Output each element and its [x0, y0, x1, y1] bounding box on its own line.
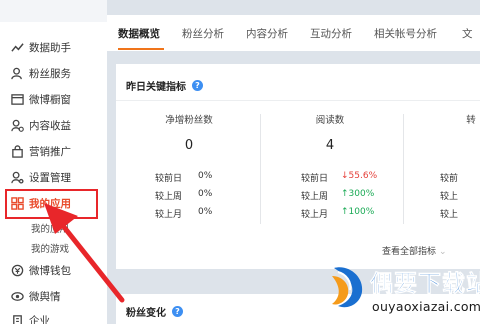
view-all-metrics-link[interactable]: 查看全部指标 ⌄	[382, 244, 447, 257]
metric-value: 0	[184, 138, 194, 153]
sidebar-item-opinion[interactable]: 微舆情	[10, 286, 61, 306]
metric-compare-row: 较上	[440, 189, 480, 202]
compare-label: 较前日	[301, 174, 329, 184]
eye-icon	[10, 289, 24, 303]
compare-value: 0%	[198, 171, 213, 181]
user-icon	[10, 66, 24, 80]
compare-label: 较上	[440, 192, 459, 202]
metric-value: 4	[325, 138, 335, 153]
tab-fan-analysis[interactable]: 粉丝分析	[182, 26, 224, 41]
metric-reads: 阅读数 4 较前日 ↓55.6% 较上周 ↑300% 较上月 ↑100%	[260, 108, 400, 226]
compare-label: 较前	[440, 174, 459, 184]
sidebar-item-marketing[interactable]: 营销推广	[10, 141, 71, 161]
user-gear-icon	[10, 170, 24, 184]
metric-title: 阅读数	[315, 115, 345, 126]
compare-label: 较上	[440, 210, 459, 220]
card-title: 粉丝变化 ?	[126, 304, 183, 319]
compare-label: 较上月	[155, 210, 183, 220]
metric-net-fans: 净增粉丝数 0 较前日 0% 较上周 0% 较上月 0%	[119, 108, 259, 226]
help-icon[interactable]: ?	[172, 306, 183, 317]
tab-related-accounts[interactable]: 相关帐号分析	[374, 26, 437, 41]
compare-label: 较前日	[155, 174, 183, 184]
tab-more[interactable]: 文	[462, 26, 473, 41]
card-title-text: 昨日关键指标	[126, 82, 186, 93]
sidebar-item-content-revenue[interactable]: 内容收益	[10, 115, 71, 135]
metric-shares: 转 较前 较上 较上	[403, 108, 480, 226]
yesterday-metrics-card: 昨日关键指标 ? 净增粉丝数 0 较前日 0% 较上周 0% 较上月 0% 阅读…	[116, 64, 480, 269]
wallet-icon	[10, 263, 24, 277]
window-icon	[10, 92, 24, 106]
card-divider	[116, 100, 480, 101]
sidebar-item-label: 微博橱窗	[29, 93, 71, 106]
sidebar-item-settings[interactable]: 设置管理	[10, 167, 71, 187]
chart-line-icon	[10, 40, 24, 54]
metric-compare-row: 较前	[440, 171, 480, 184]
view-all-label: 查看全部指标	[382, 247, 437, 257]
compare-value-up: ↑100%	[341, 207, 375, 217]
sidebar-item-label: 内容收益	[29, 119, 71, 132]
metric-title: 净增粉丝数	[165, 115, 213, 126]
sidebar-item-fan-service[interactable]: 粉丝服务	[10, 63, 71, 83]
chevron-down-icon: ⌄	[439, 247, 447, 257]
sidebar-subitem-my-apps[interactable]: 我的应用	[31, 221, 69, 235]
compare-value: 0%	[198, 189, 213, 199]
compare-value-down: ↓55.6%	[341, 171, 378, 181]
bag-icon	[10, 144, 24, 158]
sidebar-subitem-my-games[interactable]: 我的游戏	[31, 241, 69, 255]
help-icon[interactable]: ?	[192, 80, 203, 91]
tab-interaction-analysis[interactable]: 互动分析	[310, 26, 352, 41]
sidebar-item-enterprise[interactable]: 企业	[10, 310, 50, 324]
sidebar-item-label: 企业	[29, 314, 50, 324]
sidebar-item-label: 营销推广	[29, 145, 71, 158]
watermark-title: 偶要下载站	[370, 271, 480, 298]
tab-content-analysis[interactable]: 内容分析	[246, 26, 288, 41]
sidebar-item-label: 粉丝服务	[29, 67, 71, 80]
card-title-text: 粉丝变化	[126, 308, 166, 319]
compare-label: 较上月	[301, 210, 329, 220]
tab-bar: 数据概览 粉丝分析 内容分析 互动分析 相关帐号分析 文	[107, 15, 480, 51]
sidebar-item-showcase[interactable]: 微博橱窗	[10, 89, 71, 109]
compare-value-up: ↑300%	[341, 189, 375, 199]
sidebar-item-label: 设置管理	[29, 171, 71, 184]
compare-label: 较上周	[155, 192, 183, 202]
sidebar-item-label: 微博钱包	[29, 264, 71, 277]
user-money-icon	[10, 118, 24, 132]
watermark-url: ouyaoxiazai.com	[372, 299, 480, 314]
sidebar-item-label: 数据助手	[29, 41, 71, 54]
sidebar-item-label: 微舆情	[29, 290, 61, 303]
tab-data-overview[interactable]: 数据概览	[118, 26, 160, 41]
sidebar-item-wallet[interactable]: 微博钱包	[10, 260, 71, 280]
active-tab-indicator	[118, 48, 164, 50]
building-icon	[10, 313, 24, 324]
sidebar: 数据助手 粉丝服务 微博橱窗 内容收益 营销推广 设置管理 我的应用 我的应用 …	[0, 0, 107, 324]
watermark-logo-icon	[332, 267, 363, 308]
card-title: 昨日关键指标 ?	[126, 78, 203, 93]
annotation-highlight-box	[5, 189, 98, 219]
metric-title: 转	[466, 115, 476, 126]
sidebar-header	[0, 0, 107, 22]
compare-value: 0%	[198, 207, 213, 217]
watermark: 偶要下载站 ouyaoxiazai.com	[326, 260, 480, 324]
compare-label: 较上周	[301, 192, 329, 202]
metric-compare-row: 较上	[440, 207, 480, 220]
sidebar-item-data-assistant[interactable]: 数据助手	[10, 37, 71, 57]
